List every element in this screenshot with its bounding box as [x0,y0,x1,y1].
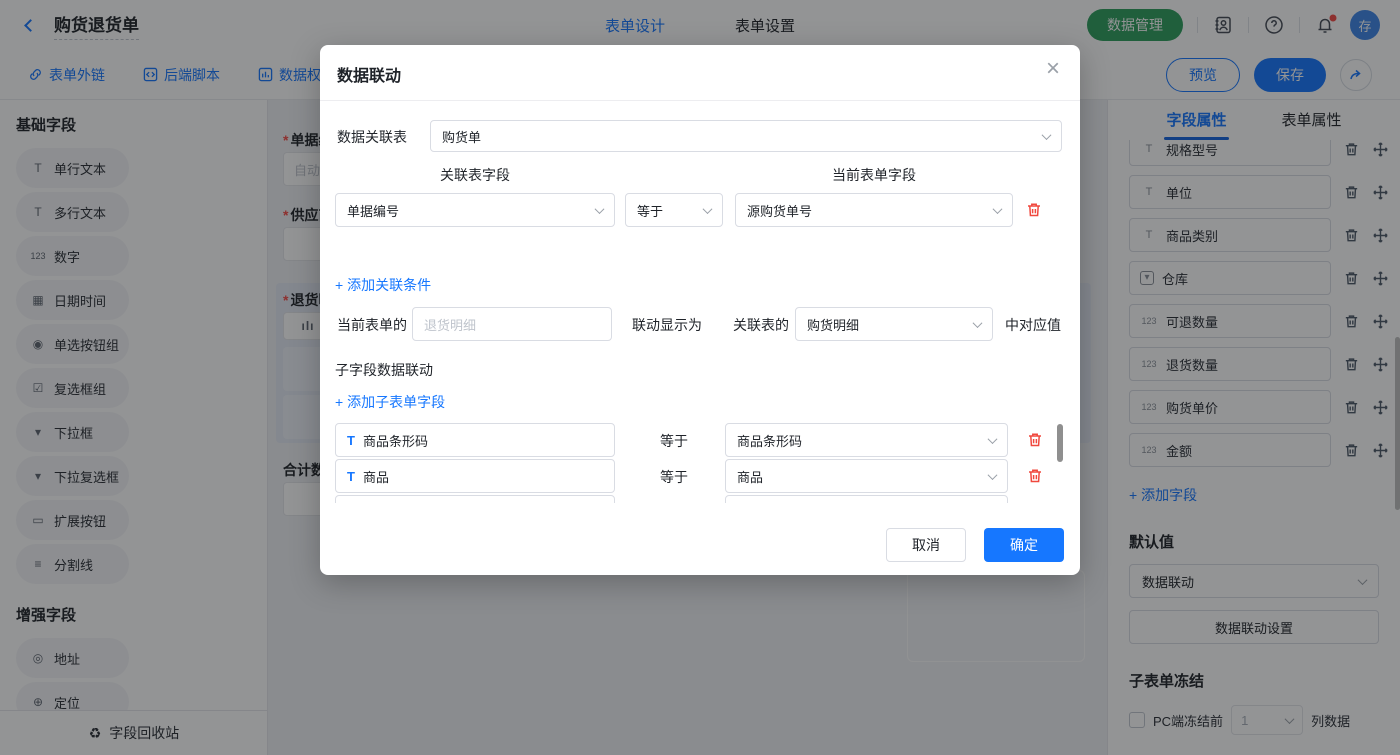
cancel-button[interactable]: 取消 [886,528,966,562]
subfield-right-select[interactable]: 商品 [725,459,1008,493]
subfield-row: T商品 等于 商品 [335,459,1065,493]
chevron-down-icon [973,318,983,328]
chevron-down-icon [993,204,1003,214]
display-as-label: 联动显示为 [632,315,702,335]
subfield-right-select[interactable] [725,495,1008,503]
add-subfield-link[interactable]: + 添加子表单字段 [335,392,445,412]
current-form-prefix: 当前表单的 [337,315,407,335]
relation-table-label: 数据关联表 [337,127,407,147]
chevron-down-icon [1042,130,1052,140]
subfield-right-select[interactable]: 商品条形码 [725,423,1008,457]
relation-detail-select[interactable]: 购货明细 [795,307,993,341]
relation-table-select[interactable]: 购货单 [430,120,1062,152]
delete-condition-icon[interactable] [1025,201,1043,219]
subfield-left-box[interactable]: T商品 [335,459,615,493]
delete-subfield-icon[interactable] [1026,467,1044,485]
chevron-down-icon [988,434,998,444]
text-type-icon: T [347,469,355,484]
subfield-row: T商品条形码 等于 商品条形码 [335,423,1065,457]
relation-of-label: 关联表的 [733,315,789,335]
condition-left-select[interactable]: 单据编号 [335,193,615,227]
chevron-down-icon [595,204,605,214]
subfield-linkage-title: 子字段数据联动 [335,360,433,380]
add-condition-link[interactable]: + 添加关联条件 [335,275,431,295]
chevron-down-icon [703,204,713,214]
display-field-input[interactable]: 退货明细 [412,307,612,341]
modal-scrollbar[interactable] [1057,424,1063,462]
subfield-left-box[interactable]: T商品条形码 [335,423,615,457]
col-head-current-field: 当前表单字段 [735,165,1013,185]
subfield-left-box[interactable] [335,495,615,503]
subfield-rows: T商品条形码 等于 商品条形码 T商品 等于 商品 [335,419,1065,503]
close-icon[interactable]: × [1046,57,1060,81]
modal-header-divider [320,100,1080,101]
modal-title: 数据联动 [337,62,401,86]
equals-label: 等于 [660,431,688,451]
delete-subfield-icon[interactable] [1026,431,1044,449]
col-head-relation-field: 关联表字段 [335,165,615,185]
data-linkage-modal: 数据联动 × 数据关联表 购货单 关联表字段 当前表单字段 单据编号 等于 源购… [320,45,1080,575]
corresponding-value-label: 中对应值 [1005,315,1061,335]
condition-right-select[interactable]: 源购货单号 [735,193,1013,227]
chevron-down-icon [988,470,998,480]
condition-operator-select[interactable]: 等于 [625,193,723,227]
subfield-row-partial [335,495,1065,503]
text-type-icon: T [347,433,355,448]
equals-label: 等于 [660,467,688,487]
confirm-button[interactable]: 确定 [984,528,1064,562]
